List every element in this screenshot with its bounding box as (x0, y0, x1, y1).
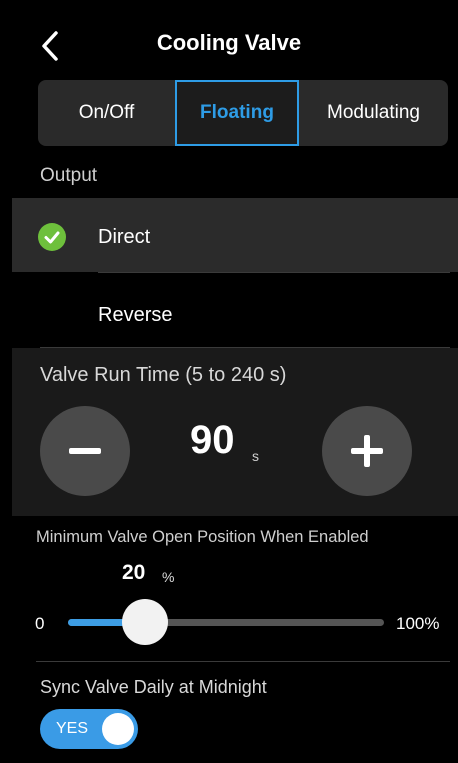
slider-thumb[interactable] (122, 599, 169, 645)
page-title: Cooling Valve (156, 30, 302, 55)
divider (36, 661, 450, 662)
run-time-label: Valve Run Time (5 to 240 s) (40, 364, 287, 386)
output-option-reverse[interactable]: Reverse (12, 274, 458, 346)
toggle-label: YES (56, 720, 89, 737)
tab-on-off[interactable]: On/Off (38, 80, 175, 146)
minus-icon (69, 448, 101, 454)
decrement-button[interactable] (40, 406, 130, 496)
run-time-value: 90 (190, 418, 235, 462)
slider-max-label: 100% (396, 614, 440, 633)
slider-min-label: 0 (35, 614, 45, 633)
plus-icon (351, 435, 383, 467)
option-label-direct: Direct (98, 226, 151, 248)
mode-tabs: On/Off Floating Modulating (38, 80, 448, 146)
min-open-label: Minimum Valve Open Position When Enabled (36, 528, 369, 546)
run-time-unit: s (252, 448, 259, 464)
min-open-value: 20 (122, 561, 146, 584)
sync-toggle[interactable]: YES (40, 709, 138, 749)
min-open-unit: % (162, 569, 175, 585)
min-open-slider[interactable] (68, 599, 384, 645)
checkmark-icon (38, 223, 66, 251)
increment-button[interactable] (322, 406, 412, 496)
sync-label: Sync Valve Daily at Midnight (40, 677, 267, 697)
run-time-section: Valve Run Time (5 to 240 s) 90 s (12, 348, 458, 516)
option-label-reverse: Reverse (98, 304, 173, 326)
toggle-knob (102, 713, 134, 745)
tab-floating[interactable]: Floating (175, 80, 299, 146)
output-label: Output (40, 165, 98, 186)
header-bar: Cooling Valve (0, 0, 458, 80)
divider (98, 272, 450, 273)
output-option-direct[interactable]: Direct (12, 198, 458, 272)
tab-modulating[interactable]: Modulating (299, 80, 448, 146)
